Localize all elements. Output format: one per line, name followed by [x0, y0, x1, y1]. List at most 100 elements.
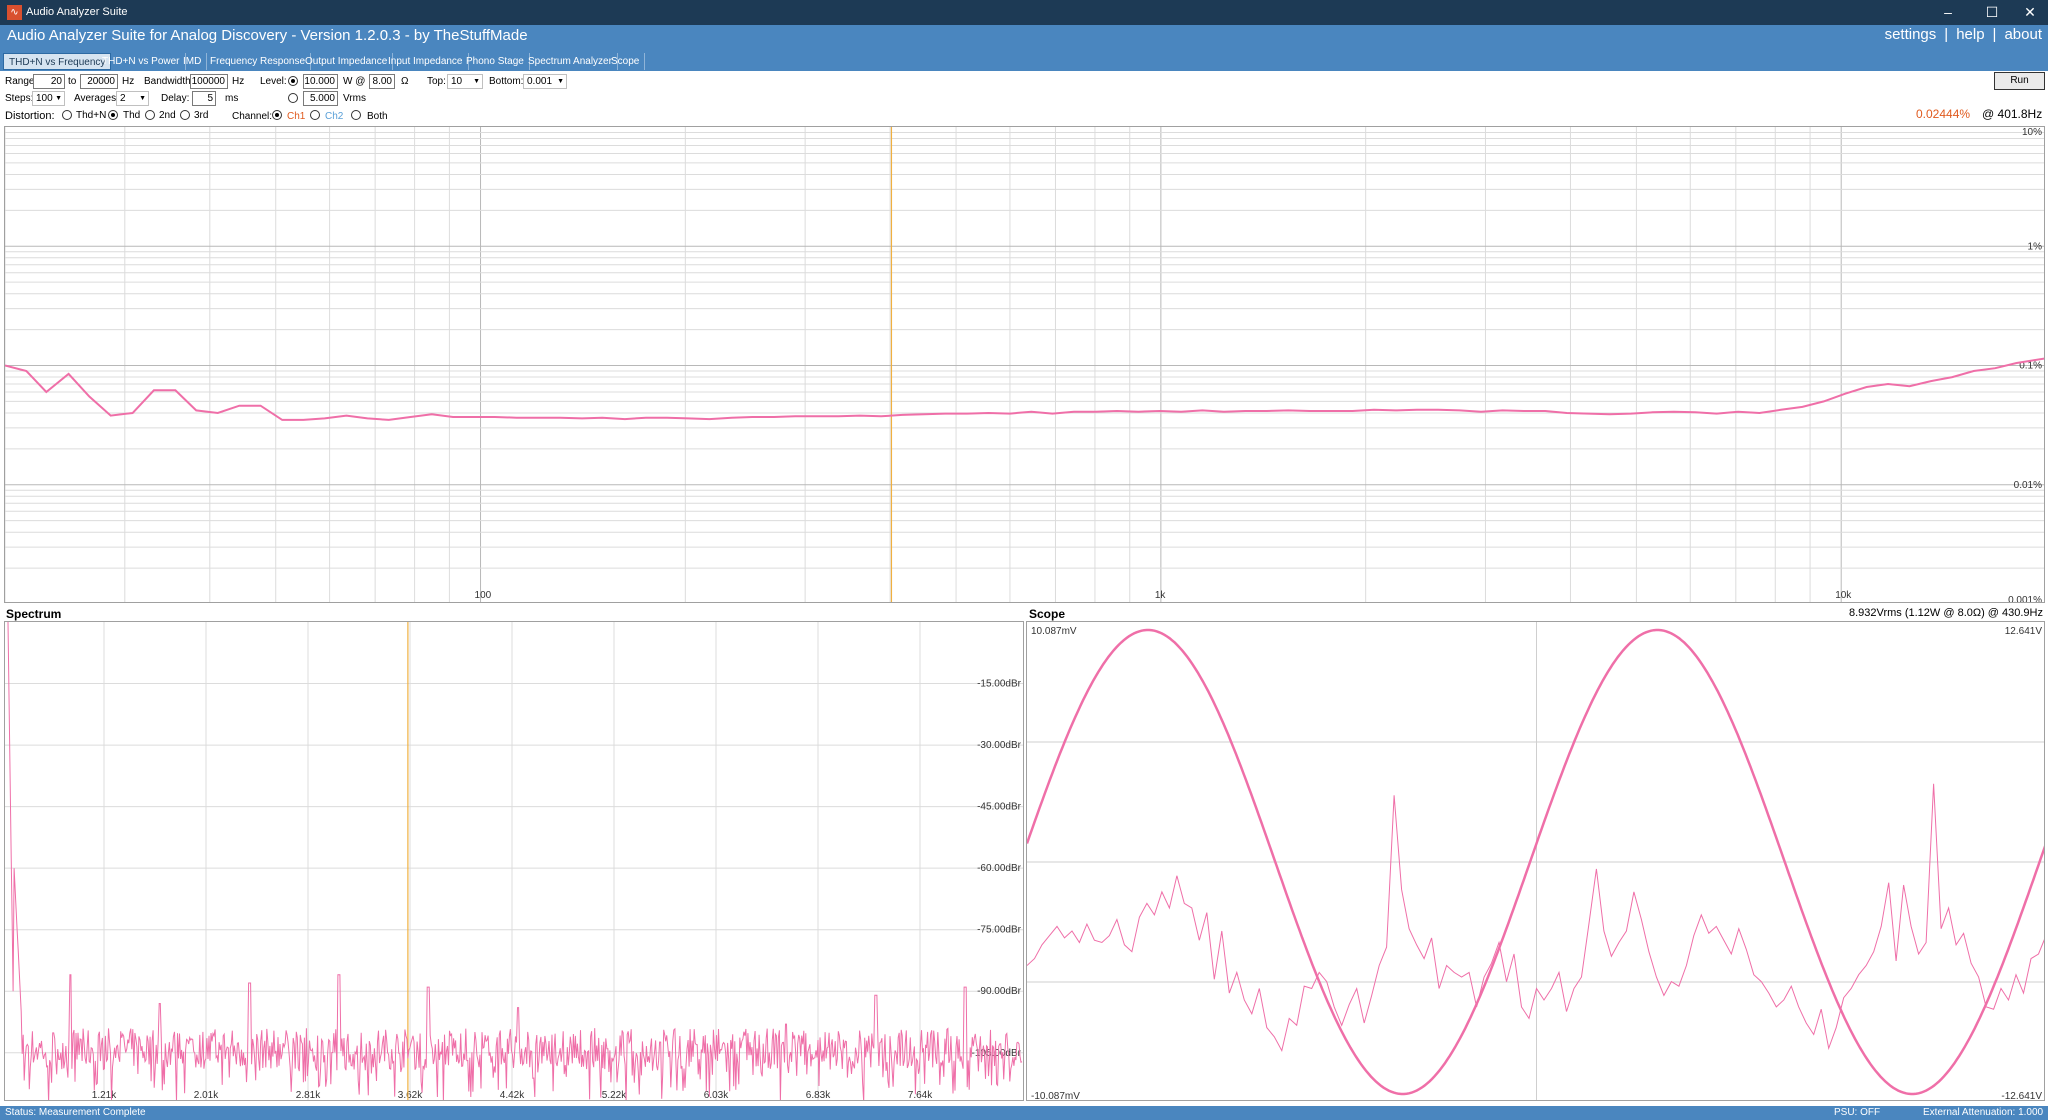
delay-input[interactable]: 5 — [192, 91, 216, 106]
about-link[interactable]: about — [2004, 26, 2042, 43]
averages-value: 2 — [120, 93, 126, 104]
tab-output-impedance[interactable]: Output Impedance — [300, 53, 394, 70]
y-tick-label: 0.001% — [2008, 595, 2042, 603]
channel-ch1-radio[interactable] — [272, 110, 282, 120]
minimize-button[interactable]: – — [1926, 0, 1970, 25]
hz-label: Hz — [122, 76, 135, 87]
scope-chart[interactable]: 10.087mV -10.087mV 12.641V -12.641V — [1027, 622, 2045, 1101]
app-title: Audio Analyzer Suite for Analog Discover… — [7, 27, 528, 44]
level-vrms-radio[interactable] — [288, 93, 298, 103]
app-icon: ∿ — [7, 5, 22, 20]
scope-left-bottom-label: -10.087mV — [1031, 1091, 1080, 1101]
y-tick-label: -15.00dBr — [977, 679, 1022, 690]
channel-ch2-radio[interactable] — [310, 110, 320, 120]
thd-chart-panel: 100 1k 10k 10% 1% 0.1% 0.01% 0.001% — [4, 126, 2045, 603]
chevron-down-icon: ▼ — [473, 78, 480, 85]
channel-ch2-label: Ch2 — [325, 111, 344, 122]
tab-bar: THD+N vs Frequency THD+N vs Power IMD Fr… — [0, 52, 2048, 71]
y-tick-label: -90.00dBr — [977, 986, 1022, 997]
thd-vs-frequency-chart[interactable]: 100 1k 10k10%1%0.1%0.01%0.001% — [5, 127, 2045, 603]
app-header: Audio Analyzer Suite for Analog Discover… — [0, 25, 2048, 52]
distortion-3rd-label: 3rd — [194, 110, 209, 121]
x-tick-label: 10k — [1835, 590, 1852, 601]
distortion-2nd-label: 2nd — [159, 110, 176, 121]
to-label: to — [68, 76, 77, 87]
chevron-down-icon: ▼ — [139, 95, 146, 102]
level-vrms-input[interactable]: 5.000 — [303, 91, 338, 106]
x-tick-label: 1k — [1155, 590, 1167, 601]
y-tick-label: 0.01% — [2014, 480, 2042, 491]
window-title: Audio Analyzer Suite — [26, 6, 128, 18]
x-tick-label: 2.81k — [296, 1090, 321, 1101]
vrms-label: Vrms — [343, 93, 366, 104]
distortion-3rd-radio[interactable] — [180, 110, 190, 120]
distortion-thdn-radio[interactable] — [62, 110, 72, 120]
scope-left-top-label: 10.087mV — [1031, 626, 1077, 637]
range-to-input[interactable]: 20000 — [80, 74, 118, 89]
scope-title: Scope — [1029, 607, 1066, 621]
scope-right-bottom-label: -12.641V — [2001, 1091, 2042, 1101]
watts-at-label: W @ — [343, 76, 366, 87]
distortion-2nd-radio[interactable] — [145, 110, 155, 120]
spectrum-panel: -15.00dBr -30.00dBr -45.00dBr -60.00dBr -75.… — [4, 621, 1024, 1101]
steps-value: 100 — [36, 93, 53, 104]
close-button[interactable]: ✕ — [2008, 0, 2048, 25]
distortion-thd-radio[interactable] — [108, 110, 118, 120]
level-watts-radio[interactable] — [288, 76, 298, 86]
spectrum-chart[interactable]: -15.00dBr -30.00dBr -45.00dBr -60.00dBr -75.… — [5, 622, 1024, 1101]
bottom-select[interactable]: 0.001 ▼ — [523, 74, 567, 89]
header-links: settings | help | about — [1885, 26, 2042, 43]
averages-label: Averages: — [74, 93, 119, 104]
tab-spectrum-analyzer[interactable]: Spectrum Analyzer — [523, 53, 618, 70]
x-tick-label: 2.01k — [194, 1090, 219, 1101]
distortion-thd-label: Thd — [123, 110, 141, 121]
range-from-input[interactable]: 20 — [33, 74, 65, 89]
distortion-label: Distortion: — [5, 110, 55, 122]
title-bar: ∿ Audio Analyzer Suite – ☐ ✕ — [0, 0, 2048, 25]
tab-phono-stage[interactable]: Phono Stage — [461, 53, 530, 70]
x-tick-label: 3.62k — [398, 1090, 423, 1101]
top-select[interactable]: 10 ▼ — [447, 74, 483, 89]
run-button[interactable]: Run — [1994, 72, 2045, 90]
distortion-readout-value: 0.02444% — [1916, 107, 1971, 121]
x-tick-label: 100 — [475, 590, 492, 601]
settings-link[interactable]: settings — [1885, 26, 1937, 43]
x-tick-label: 1.21k — [92, 1090, 117, 1101]
channel-both-radio[interactable] — [351, 110, 361, 120]
tab-input-impedance[interactable]: Input Impedance — [383, 53, 469, 70]
tab-thdn-vs-power[interactable]: THD+N vs Power — [97, 53, 186, 70]
scope-panel: 10.087mV -10.087mV 12.641V -12.641V — [1026, 621, 2045, 1101]
spectrum-series-line — [7, 622, 1023, 1100]
scope-info: 8.932Vrms (1.12W @ 8.0Ω) @ 430.9Hz — [1849, 607, 2043, 619]
level-watts-input[interactable]: 10.000 — [303, 74, 338, 89]
channel-both-label: Both — [367, 111, 388, 122]
scope-right-top-label: 12.641V — [2005, 626, 2043, 637]
ms-label: ms — [225, 93, 239, 104]
tab-frequency-response[interactable]: Frequency Response — [205, 53, 312, 70]
link-separator: | — [1992, 26, 1997, 43]
hz-label: Hz — [232, 76, 245, 87]
tab-thdn-vs-frequency[interactable]: THD+N vs Frequency — [3, 53, 112, 70]
spectrum-title: Spectrum — [6, 607, 62, 621]
help-link[interactable]: help — [1956, 26, 1984, 43]
bandwidth-label: Bandwidth: — [144, 76, 194, 87]
level-label: Level: — [260, 76, 287, 87]
load-input[interactable]: 8.00 — [369, 74, 395, 89]
status-bar: Status: Measurement Complete PSU: OFF Ex… — [0, 1106, 2048, 1120]
channel-label: Channel: — [232, 111, 273, 122]
averages-select[interactable]: 2 ▼ — [116, 91, 149, 106]
steps-label: Steps: — [5, 93, 34, 104]
bottom-value: 0.001 — [527, 76, 553, 87]
psu-status: PSU: OFF — [1834, 1107, 1881, 1118]
bandwidth-input[interactable]: 100000 — [190, 74, 228, 89]
y-tick-label: -45.00dBr — [977, 802, 1022, 813]
steps-select[interactable]: 100 ▼ — [32, 91, 65, 106]
distortion-readout-frequency: @ 401.8Hz — [1982, 107, 2043, 121]
tab-scope[interactable]: Scope — [606, 53, 646, 70]
channel-ch1-label: Ch1 — [287, 111, 306, 122]
tab-imd[interactable]: IMD — [178, 53, 208, 70]
status-text: Status: Measurement Complete — [5, 1107, 146, 1118]
x-tick-label: 6.03k — [704, 1090, 729, 1101]
delay-label: Delay: — [161, 93, 190, 104]
bottom-label: Bottom: — [489, 76, 524, 87]
